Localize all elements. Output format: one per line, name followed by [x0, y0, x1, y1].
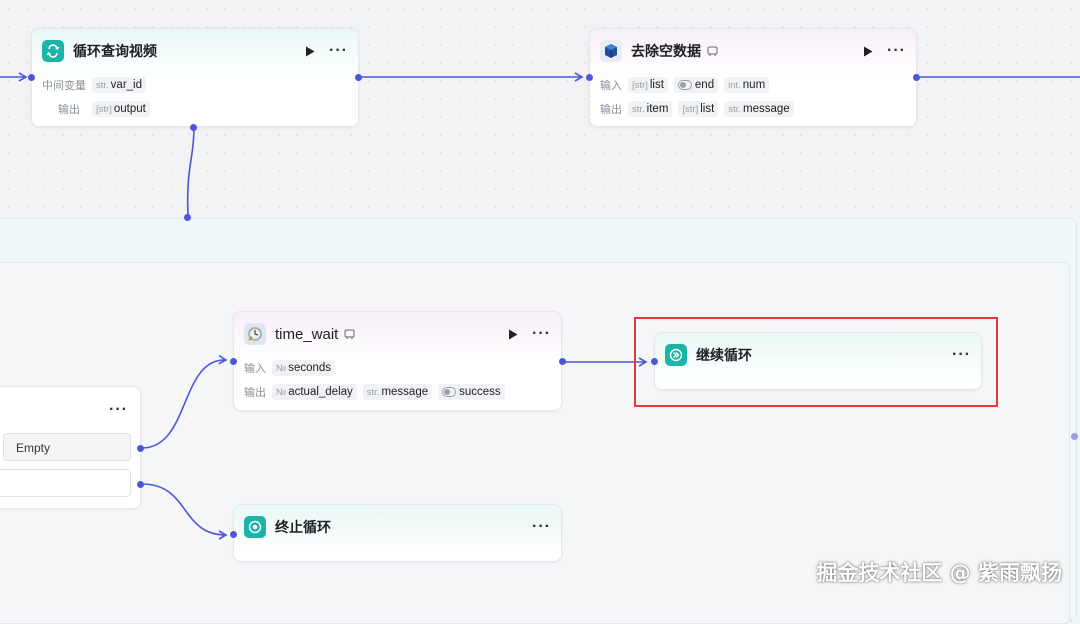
timer-avatar-icon: [244, 323, 266, 345]
node-title: 循环查询视频: [73, 43, 157, 59]
toggle-icon: [677, 80, 692, 90]
loop-body-input-port[interactable]: [184, 214, 191, 221]
edge-loop-to-body: [186, 126, 195, 217]
condition-option-default[interactable]: [0, 469, 131, 497]
loop-icon: [42, 40, 64, 62]
node-title: 终止循环: [275, 519, 331, 535]
node-condition[interactable]: ··· Empty: [0, 386, 141, 509]
node-remove-empty[interactable]: 去除空数据 ··· 输入 [str] list end int. num 输出 st…: [589, 28, 917, 127]
code-badge-icon: [344, 329, 355, 340]
run-icon[interactable]: [863, 46, 873, 57]
more-icon[interactable]: ···: [109, 402, 128, 418]
input-port[interactable]: [230, 358, 237, 365]
input-port[interactable]: [28, 74, 35, 81]
output-row: 输出 str. item [str] list str. message: [600, 100, 794, 118]
node-stop-loop[interactable]: 终止循环 ···: [233, 504, 562, 562]
highlight-box: [634, 317, 998, 407]
more-icon[interactable]: ···: [532, 326, 551, 342]
param-tag: № seconds: [272, 360, 336, 376]
param-tag: str. item: [628, 101, 673, 117]
node-title: 去除空数据: [631, 43, 701, 59]
param-tag: end: [673, 77, 719, 93]
param-tag: str. message: [724, 101, 794, 117]
output-port[interactable]: [137, 445, 144, 452]
node-loop-query[interactable]: 循环查询视频 ··· 中间变量 str. var_id 输出 [str] outpu…: [31, 28, 359, 127]
param-tag: № actual_delay: [272, 384, 357, 400]
input-row: 输入 № seconds: [244, 359, 336, 377]
param-tag: [str] list: [628, 77, 668, 93]
param-tag: [str] output: [92, 101, 150, 117]
output-row: 输出 № actual_delay str. message success: [244, 383, 505, 401]
input-row: 输入 [str] list end int. num: [600, 76, 770, 94]
output-port[interactable]: [355, 74, 362, 81]
output-port[interactable]: [913, 74, 920, 81]
more-icon[interactable]: ···: [887, 43, 906, 59]
run-icon[interactable]: [508, 329, 518, 340]
node-title: time_wait: [275, 325, 339, 343]
condition-option[interactable]: Empty: [3, 433, 131, 461]
more-icon[interactable]: ···: [532, 519, 551, 535]
python-cube-icon: [600, 40, 622, 62]
param-tag: [str] list: [678, 101, 719, 117]
param-tag: str. var_id: [92, 77, 146, 93]
loop-body-port[interactable]: [190, 124, 197, 131]
more-icon[interactable]: ···: [329, 43, 348, 59]
watermark: 掘金技术社区 @ 紫雨飘扬: [816, 561, 1062, 585]
run-icon[interactable]: [305, 46, 315, 57]
param-tag: int. num: [724, 77, 770, 93]
node-time-wait[interactable]: time_wait ··· 输入 № seconds 输出 № actual_del…: [233, 311, 562, 411]
input-port[interactable]: [586, 74, 593, 81]
stop-icon: [244, 516, 266, 538]
loop-container-port[interactable]: [1071, 433, 1078, 440]
output-row: 输出 [str] output: [42, 100, 150, 118]
code-badge-icon: [707, 46, 718, 57]
param-tag: str. message: [362, 384, 433, 400]
param-tag: success: [438, 384, 505, 400]
output-port[interactable]: [137, 481, 144, 488]
variable-row: 中间变量 str. var_id: [42, 76, 146, 94]
output-port[interactable]: [559, 358, 566, 365]
input-port[interactable]: [230, 531, 237, 538]
toggle-icon: [442, 387, 457, 397]
